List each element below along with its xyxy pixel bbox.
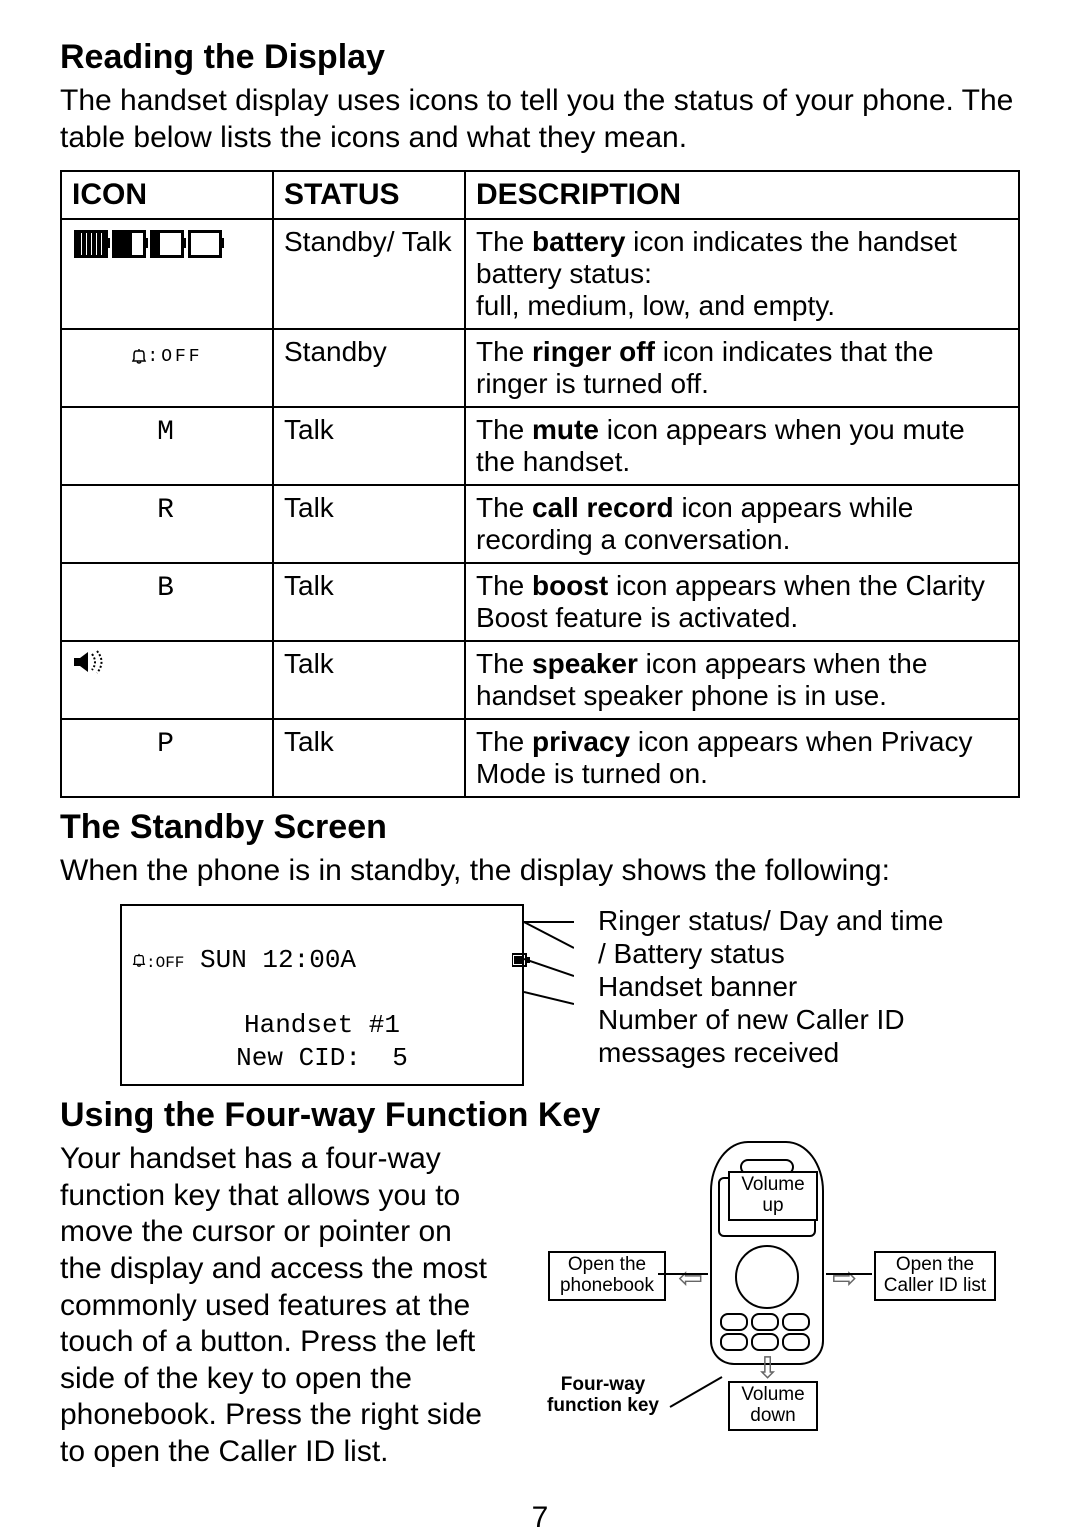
label-volume-down: Volume down xyxy=(728,1381,818,1431)
desc-bold: privacy xyxy=(532,726,630,757)
cell-description: The battery icon indicates the handset b… xyxy=(465,219,1019,329)
cell-icon xyxy=(61,641,273,719)
table-row: P Talk The privacy icon appears when Pri… xyxy=(61,719,1019,797)
battery-levels-icon xyxy=(72,226,224,257)
table-row: R Talk The call record icon appears whil… xyxy=(61,485,1019,563)
desc-bold: ringer off xyxy=(532,336,655,367)
keypad-row-icon xyxy=(720,1333,810,1351)
label-fourway-key: Four-way function key xyxy=(534,1373,672,1419)
cell-icon: P xyxy=(61,719,273,797)
call-record-icon: R xyxy=(72,495,262,526)
cell-status: Talk xyxy=(273,407,465,485)
cell-description: The call record icon appears while recor… xyxy=(465,485,1019,563)
connector-line-icon xyxy=(670,1376,723,1408)
cell-description: The speaker icon appears when the handse… xyxy=(465,641,1019,719)
table-row: B Talk The boost icon appears when the C… xyxy=(61,563,1019,641)
mute-icon: M xyxy=(72,417,262,448)
cell-status: Talk xyxy=(273,719,465,797)
desc-bold: mute xyxy=(532,414,599,445)
connector-line-icon xyxy=(826,1273,872,1275)
desc-bold: call record xyxy=(532,492,674,523)
desc-text: The xyxy=(476,336,532,367)
callout-lines-icon xyxy=(524,904,574,1014)
arrow-left-icon: ⇦ xyxy=(678,1261,703,1296)
battery-icon xyxy=(356,912,530,1010)
lcd-screen: :OFF SUN 12:00A Handset #1 New CID: 5 xyxy=(120,904,524,1087)
arrow-right-icon: ⇨ xyxy=(832,1261,857,1296)
dpad-icon xyxy=(735,1245,799,1309)
th-status: STATUS xyxy=(273,171,465,219)
manual-page: Reading the Display The handset display … xyxy=(0,0,1080,1535)
section-standby-intro: When the phone is in standby, the displa… xyxy=(60,853,1020,890)
cell-description: The privacy icon appears when Privacy Mo… xyxy=(465,719,1019,797)
table-row: Standby/ Talk The battery icon indicates… xyxy=(61,219,1019,329)
cell-status: Standby xyxy=(273,329,465,407)
cell-description: The boost icon appears when the Clarity … xyxy=(465,563,1019,641)
th-description: DESCRIPTION xyxy=(465,171,1019,219)
icon-status-table: ICON STATUS DESCRIPTION Standby/ Talk Th… xyxy=(60,170,1020,798)
th-icon: ICON xyxy=(61,171,273,219)
cell-status: Standby/ Talk xyxy=(273,219,465,329)
table-row: M Talk The mute icon appears when you mu… xyxy=(61,407,1019,485)
desc-text: The xyxy=(476,414,532,445)
cell-status: Talk xyxy=(273,641,465,719)
desc-text: The xyxy=(476,648,532,679)
cell-status: Talk xyxy=(273,485,465,563)
ringer-off-icon: :OFF xyxy=(72,347,262,367)
cell-icon xyxy=(61,219,273,329)
boost-icon: B xyxy=(72,573,262,604)
cell-status: Talk xyxy=(273,563,465,641)
section-fourway-title: Using the Four-way Function Key xyxy=(60,1096,1020,1135)
standby-screen-diagram: :OFF SUN 12:00A Handset #1 New CID: 5 Ri… xyxy=(120,904,1020,1087)
desc-text: The xyxy=(476,226,532,257)
page-number: 7 xyxy=(60,1501,1020,1535)
lcd-line1-text: :OFF SUN 12:00A xyxy=(132,944,356,977)
desc-text: The xyxy=(476,570,532,601)
table-row: Talk The speaker icon appears when the h… xyxy=(61,641,1019,719)
fourway-key-diagram: ⇧ ⇩ ⇦ ⇨ Volume up Volume down Open the p… xyxy=(530,1141,1000,1441)
label-handset-banner: Handset banner xyxy=(598,970,944,1003)
keypad-row-icon xyxy=(720,1313,810,1331)
lcd-line2-text: Handset #1 xyxy=(132,1009,512,1042)
connector-line-icon xyxy=(658,1273,708,1275)
cell-description: The mute icon appears when you mute the … xyxy=(465,407,1019,485)
privacy-icon: P xyxy=(72,729,262,760)
label-battery-status: / Battery status xyxy=(598,937,944,970)
section-fourway-body: Your handset has a four-way function key… xyxy=(60,1141,490,1470)
desc-text: The xyxy=(476,492,532,523)
cell-icon: B xyxy=(61,563,273,641)
desc-bold: boost xyxy=(532,570,608,601)
section-reading-display-intro: The handset display uses icons to tell y… xyxy=(60,83,1020,156)
cell-description: The ringer off icon indicates that the r… xyxy=(465,329,1019,407)
desc-bold: battery xyxy=(532,226,625,257)
desc-bold: speaker xyxy=(532,648,638,679)
standby-callout-labels: Ringer status/ Day and time / Battery st… xyxy=(598,904,944,1069)
lcd-line3-text: New CID: 5 xyxy=(132,1042,512,1075)
section-reading-display-title: Reading the Display xyxy=(60,38,1020,77)
label-ringer-day-time: Ringer status/ Day and time xyxy=(598,904,944,937)
label-new-cid: Number of new Caller ID xyxy=(598,1003,944,1036)
speaker-icon xyxy=(72,649,112,682)
cell-icon: R xyxy=(61,485,273,563)
section-standby-title: The Standby Screen xyxy=(60,808,1020,847)
desc-text: The xyxy=(476,726,532,757)
table-header-row: ICON STATUS DESCRIPTION xyxy=(61,171,1019,219)
label-open-cid-list: Open the Caller ID list xyxy=(874,1251,996,1301)
cell-icon: :OFF xyxy=(61,329,273,407)
label-open-phonebook: Open the phonebook xyxy=(548,1251,666,1301)
cell-icon: M xyxy=(61,407,273,485)
label-volume-up: Volume up xyxy=(728,1171,818,1221)
label-new-cid-2: messages received xyxy=(598,1036,944,1069)
table-row: :OFF Standby The ringer off icon indicat… xyxy=(61,329,1019,407)
